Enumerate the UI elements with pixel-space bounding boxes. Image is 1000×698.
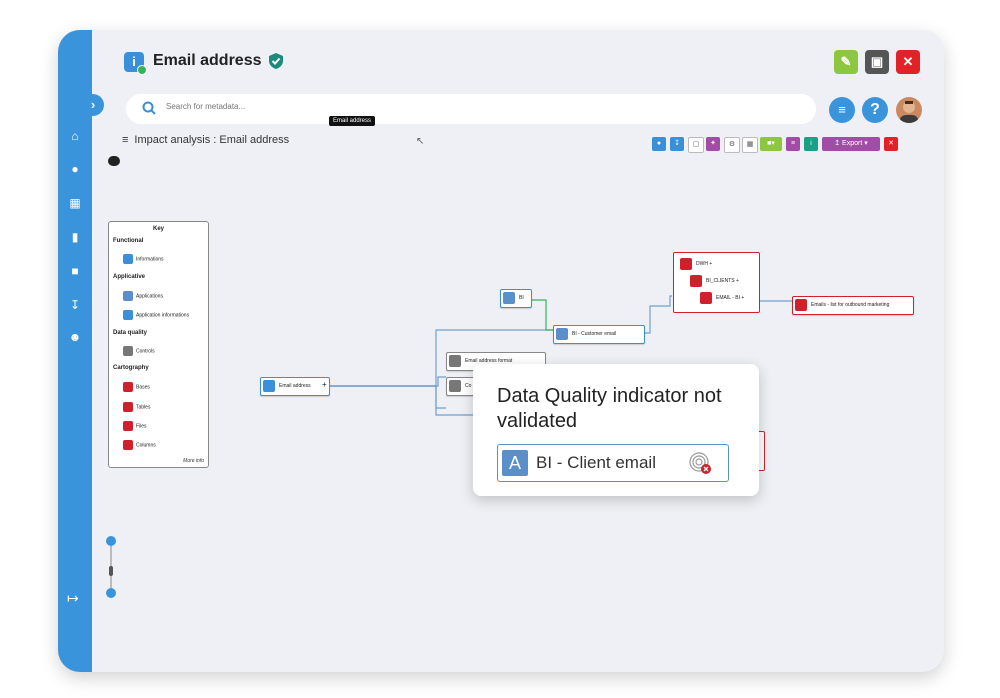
popup-message: Data Quality indicator not validated <box>497 385 722 432</box>
graph-node-bi[interactable]: BI <box>500 289 532 308</box>
application-icon <box>503 292 515 304</box>
zoom-slider[interactable] <box>106 536 116 598</box>
graph-node-dwh[interactable]: DWH + <box>678 256 724 273</box>
graph-edges <box>330 295 792 416</box>
information-icon <box>263 380 275 392</box>
database-icon <box>680 258 692 270</box>
graph-node-email-bi[interactable]: EMAIL - BI + <box>698 290 756 307</box>
graph-node-email-address[interactable]: Email address <box>260 377 330 396</box>
app-window: ⌂ ● ▦ ▮ ■ ↧ ☻ ↦ › i Email address ✎ ▣ ✕ … <box>58 30 944 672</box>
table-icon <box>690 275 702 287</box>
chip-label: BI - Client email <box>536 453 656 472</box>
control-icon <box>449 355 461 367</box>
application-information-chip[interactable]: A BI - Client email <box>497 444 729 482</box>
file-icon <box>795 299 807 311</box>
control-icon <box>449 380 461 392</box>
application-information-icon: A <box>502 450 528 476</box>
column-icon <box>700 292 712 304</box>
graph-node-bi-customer-email[interactable]: BI - Customer email <box>553 325 645 344</box>
dwh-group: DWH + BI_CLIENTS + EMAIL - BI + <box>673 252 760 313</box>
application-information-icon <box>556 328 568 340</box>
graph-node-bi-clients[interactable]: BI_CLIENTS + <box>688 273 748 290</box>
graph-node-emails-list[interactable]: Emails - list for outbound marketing <box>792 296 914 315</box>
expand-icon[interactable]: + <box>322 380 327 389</box>
data-quality-popup: Data Quality indicator not validated A B… <box>473 364 759 496</box>
quality-target-icon <box>689 452 711 474</box>
